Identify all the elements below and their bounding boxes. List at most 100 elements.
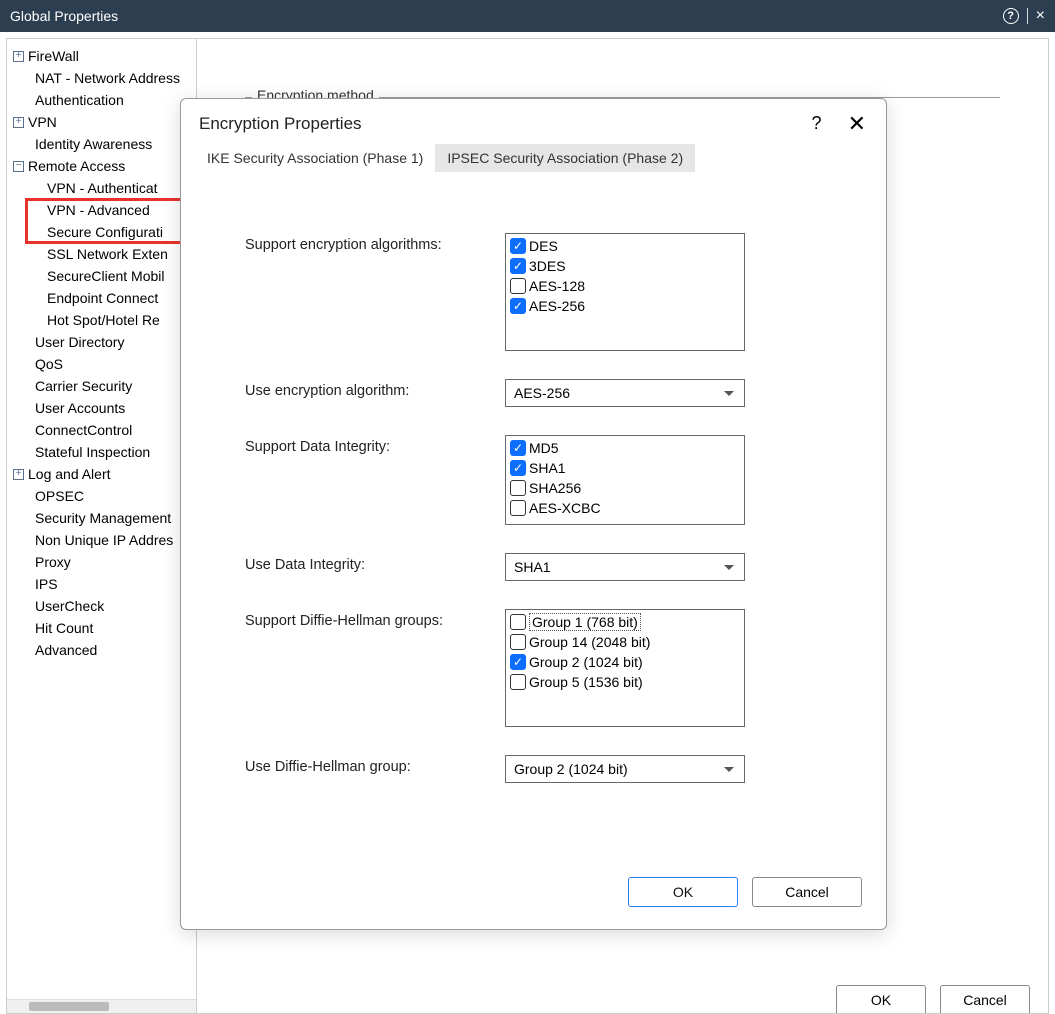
tree-item-connect-control[interactable]: ConnectControl	[7, 419, 196, 441]
row-support-encryption: Support encryption algorithms: ✓ DES ✓ 3…	[245, 233, 846, 351]
tree-item-authentication[interactable]: Authentication	[7, 89, 196, 111]
tree-item-secure-config[interactable]: Secure Configurati	[7, 221, 196, 243]
dialog-header: Encryption Properties ? ✕	[181, 99, 886, 144]
tree-item-log-alert[interactable]: + Log and Alert	[7, 463, 196, 485]
list-item[interactable]: ✓ DES	[506, 236, 744, 256]
checkbox-icon[interactable]: ✓	[510, 460, 526, 476]
tab-phase2[interactable]: IPSEC Security Association (Phase 2)	[435, 144, 695, 172]
checkbox-icon[interactable]: ✓	[510, 654, 526, 670]
item-label: AES-256	[529, 298, 585, 314]
tree-item-user-accounts[interactable]: User Accounts	[7, 397, 196, 419]
checkbox-icon[interactable]	[510, 674, 526, 690]
label-support-dh: Support Diffie-Hellman groups:	[245, 609, 505, 629]
tree-item-proxy[interactable]: Proxy	[7, 551, 196, 573]
tree-item-stateful[interactable]: Stateful Inspection	[7, 441, 196, 463]
tree-item-endpoint[interactable]: Endpoint Connect	[7, 287, 196, 309]
nav-tree: + FireWall NAT - Network Address Authent…	[7, 45, 196, 999]
tree-item-ssl-network[interactable]: SSL Network Exten	[7, 243, 196, 265]
row-support-dh: Support Diffie-Hellman groups: Group 1 (…	[245, 609, 846, 727]
tree-item-carrier[interactable]: Carrier Security	[7, 375, 196, 397]
item-label: AES-128	[529, 278, 585, 294]
background-buttons: OK Cancel	[836, 985, 1030, 1013]
tree-item-advanced[interactable]: Advanced	[7, 639, 196, 661]
checkbox-icon[interactable]	[510, 500, 526, 516]
list-item[interactable]: ✓ 3DES	[506, 256, 744, 276]
select-value: AES-256	[514, 385, 570, 401]
expand-icon[interactable]: +	[13, 51, 24, 62]
dialog-close-icon[interactable]: ✕	[848, 115, 866, 133]
checkbox-icon[interactable]	[510, 614, 526, 630]
row-support-integrity: Support Data Integrity: ✓ MD5 ✓ SHA1 SHA…	[245, 435, 846, 525]
scrollbar-thumb[interactable]	[29, 1002, 109, 1011]
item-label: 3DES	[529, 258, 566, 274]
tree-item-identity[interactable]: Identity Awareness	[7, 133, 196, 155]
row-use-encryption: Use encryption algorithm: AES-256	[245, 379, 846, 407]
label-use-integrity: Use Data Integrity:	[245, 553, 505, 573]
list-item[interactable]: Group 1 (768 bit)	[506, 612, 744, 632]
tree-item-remote-access[interactable]: − Remote Access	[7, 155, 196, 177]
checkbox-icon[interactable]: ✓	[510, 238, 526, 254]
ok-button[interactable]: OK	[628, 877, 738, 907]
list-item[interactable]: Group 5 (1536 bit)	[506, 672, 744, 692]
row-use-dh: Use Diffie-Hellman group: Group 2 (1024 …	[245, 755, 846, 783]
checkbox-icon[interactable]	[510, 634, 526, 650]
checkbox-icon[interactable]: ✓	[510, 258, 526, 274]
titlebar-divider	[1027, 8, 1028, 24]
list-item[interactable]: AES-XCBC	[506, 498, 744, 518]
cancel-button[interactable]: Cancel	[752, 877, 862, 907]
list-item[interactable]: AES-128	[506, 276, 744, 296]
select-use-integrity[interactable]: SHA1	[505, 553, 745, 581]
dialog-help-icon[interactable]: ?	[812, 113, 822, 134]
bg-ok-button[interactable]: OK	[836, 985, 926, 1013]
help-icon[interactable]: ?	[1003, 8, 1019, 24]
item-label: Group 1 (768 bit)	[529, 613, 641, 631]
listbox-encryption-algorithms[interactable]: ✓ DES ✓ 3DES AES-128 ✓ AES-256	[505, 233, 745, 351]
list-item[interactable]: Group 14 (2048 bit)	[506, 632, 744, 652]
item-label: Group 2 (1024 bit)	[529, 654, 643, 670]
tree-item-security-mgmt[interactable]: Security Management	[7, 507, 196, 529]
checkbox-icon[interactable]	[510, 278, 526, 294]
item-label: MD5	[529, 440, 559, 456]
expand-icon[interactable]: +	[13, 117, 24, 128]
checkbox-icon[interactable]	[510, 480, 526, 496]
tree-item-qos[interactable]: QoS	[7, 353, 196, 375]
select-use-dh[interactable]: Group 2 (1024 bit)	[505, 755, 745, 783]
tree-item-nat[interactable]: NAT - Network Address	[7, 67, 196, 89]
close-icon[interactable]: ×	[1036, 7, 1045, 25]
item-label: AES-XCBC	[529, 500, 601, 516]
list-item[interactable]: ✓ SHA1	[506, 458, 744, 478]
collapse-icon[interactable]: −	[13, 161, 24, 172]
list-item[interactable]: SHA256	[506, 478, 744, 498]
tree-item-vpn-auth[interactable]: VPN - Authenticat	[7, 177, 196, 199]
item-label: Group 14 (2048 bit)	[529, 634, 650, 650]
checkbox-icon[interactable]: ✓	[510, 298, 526, 314]
checkbox-icon[interactable]: ✓	[510, 440, 526, 456]
tree-item-opsec[interactable]: OPSEC	[7, 485, 196, 507]
tree-item-usercheck[interactable]: UserCheck	[7, 595, 196, 617]
label-support-encryption: Support encryption algorithms:	[245, 233, 505, 253]
horizontal-scrollbar[interactable]	[7, 999, 196, 1013]
listbox-integrity-algorithms[interactable]: ✓ MD5 ✓ SHA1 SHA256 AES-XCBC	[505, 435, 745, 525]
tree-item-hotspot[interactable]: Hot Spot/Hotel Re	[7, 309, 196, 331]
listbox-dh-groups[interactable]: Group 1 (768 bit) Group 14 (2048 bit) ✓ …	[505, 609, 745, 727]
window-title: Global Properties	[10, 8, 118, 24]
tab-phase1[interactable]: IKE Security Association (Phase 1)	[195, 144, 435, 172]
tree-item-non-unique[interactable]: Non Unique IP Addres	[7, 529, 196, 551]
tree-item-user-directory[interactable]: User Directory	[7, 331, 196, 353]
select-use-encryption[interactable]: AES-256	[505, 379, 745, 407]
list-item[interactable]: ✓ AES-256	[506, 296, 744, 316]
tree-item-vpn[interactable]: + VPN	[7, 111, 196, 133]
list-item[interactable]: ✓ Group 2 (1024 bit)	[506, 652, 744, 672]
label-use-dh: Use Diffie-Hellman group:	[245, 755, 505, 775]
chevron-down-icon	[724, 565, 734, 570]
chevron-down-icon	[724, 391, 734, 396]
tree-item-secureclient[interactable]: SecureClient Mobil	[7, 265, 196, 287]
tree-item-vpn-advanced[interactable]: VPN - Advanced	[7, 199, 196, 221]
bg-cancel-button[interactable]: Cancel	[940, 985, 1030, 1013]
list-item[interactable]: ✓ MD5	[506, 438, 744, 458]
expand-icon[interactable]: +	[13, 469, 24, 480]
tree-item-hitcount[interactable]: Hit Count	[7, 617, 196, 639]
tree-item-firewall[interactable]: + FireWall	[7, 45, 196, 67]
dialog-buttons: OK Cancel	[181, 867, 886, 929]
tree-item-ips[interactable]: IPS	[7, 573, 196, 595]
